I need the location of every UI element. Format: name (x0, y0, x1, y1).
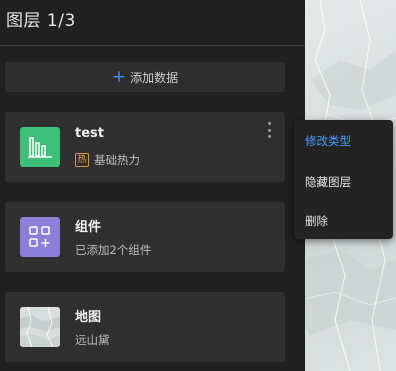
layer-card-map[interactable]: 地图 远山黛 (5, 292, 285, 362)
layer-subtitle: 已添加2个组件 (75, 243, 152, 257)
kebab-menu-icon[interactable] (265, 122, 273, 138)
layer-subtitle: 热 基础热力 (75, 152, 140, 168)
layer-card-components[interactable]: 组件 已添加2个组件 (5, 202, 285, 272)
layer-name: 组件 (75, 220, 102, 235)
bar-chart-icon (20, 127, 60, 167)
layer-type: 基础热力 (94, 153, 140, 167)
panel-title: 图层 1/3 (6, 11, 76, 31)
grid-add-icon (20, 217, 60, 257)
layer-subtitle: 远山黛 (75, 333, 110, 347)
layer-card-test[interactable]: test 热 基础热力 (5, 112, 285, 182)
add-data-button[interactable]: + 添加数据 (5, 62, 285, 92)
plus-icon: + (111, 66, 127, 87)
divider (0, 45, 305, 46)
layer-name: 地图 (75, 310, 102, 325)
map-thumbnail (20, 307, 60, 347)
menu-item-hide-layer[interactable]: 隐藏图层 (305, 174, 351, 190)
menu-item-delete[interactable]: 删除 (305, 213, 328, 229)
add-data-label: 添加数据 (130, 70, 179, 85)
menu-item-change-type[interactable]: 修改类型 (305, 133, 351, 149)
layer-context-menu: 修改类型 隐藏图层 删除 (294, 120, 393, 239)
layer-panel: 图层 1/3 + 添加数据 test 热 基础热力 组件 已添加2个组件 地图 … (0, 0, 305, 371)
heat-badge: 热 (75, 153, 89, 167)
layer-name: test (75, 126, 104, 141)
